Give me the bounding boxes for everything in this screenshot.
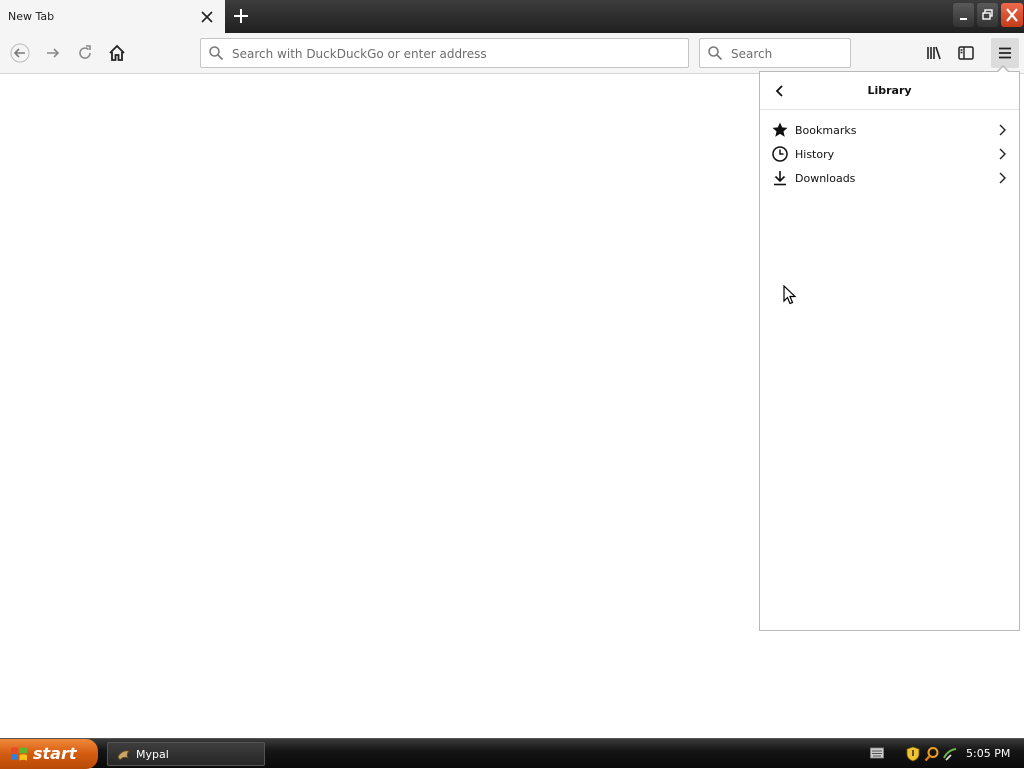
mouse-cursor-icon	[783, 285, 797, 305]
panel-arrow-fill	[997, 67, 1009, 73]
close-window-button[interactable]	[1001, 3, 1023, 27]
tab-title: New Tab	[8, 10, 55, 23]
taskbar-item-mypal[interactable]: Mypal	[107, 742, 265, 766]
keyboard-icon[interactable]	[870, 747, 884, 759]
library-panel: Library Bookmarks History Downloads	[759, 71, 1020, 631]
new-tab-plus-icon[interactable]	[229, 5, 253, 27]
taskbar-item-label: Mypal	[136, 748, 169, 761]
library-button[interactable]	[920, 40, 948, 66]
search-icon	[209, 46, 224, 61]
mypal-app-icon	[117, 750, 130, 761]
forward-button[interactable]	[39, 40, 67, 66]
close-window-icon	[1006, 8, 1018, 22]
chevron-right-icon	[999, 172, 1006, 184]
menu-button[interactable]	[991, 38, 1019, 68]
tab-new-tab[interactable]: New Tab	[0, 0, 225, 33]
search-icon	[708, 46, 723, 61]
address-bar[interactable]: Search with DuckDuckGo or enter address	[200, 38, 689, 68]
library-panel-title: Library	[867, 84, 912, 97]
system-tray: 5:05 PM	[866, 739, 1024, 769]
library-item-label: History	[795, 148, 835, 161]
search-bar[interactable]: Search	[699, 38, 851, 68]
sidebar-icon	[958, 46, 974, 60]
download-icon	[774, 171, 786, 186]
forward-arrow-icon	[47, 48, 60, 58]
address-bar-placeholder: Search with DuckDuckGo or enter address	[232, 47, 487, 61]
chevron-right-icon	[999, 148, 1006, 160]
home-button[interactable]	[103, 40, 131, 66]
windows-flag-icon	[11, 747, 27, 761]
back-arrow-icon	[10, 43, 30, 63]
library-panel-header: Library	[760, 72, 1019, 110]
minimize-button[interactable]	[953, 3, 974, 27]
library-item-label: Downloads	[795, 172, 856, 185]
chevron-right-icon	[999, 124, 1006, 136]
star-icon	[772, 122, 788, 137]
library-item-label: Bookmarks	[795, 124, 857, 137]
library-item-downloads[interactable]: Downloads	[760, 166, 1019, 190]
start-label: start	[33, 744, 77, 763]
taskbar: start Mypal 5:05 PM	[0, 738, 1024, 769]
taskbar-clock: 5:05 PM	[966, 747, 1011, 760]
start-button[interactable]: start	[0, 739, 98, 769]
library-icon	[927, 46, 941, 60]
minimize-icon	[960, 18, 967, 20]
search-bar-placeholder: Search	[731, 47, 773, 61]
tab-strip: New Tab	[0, 0, 1024, 33]
tab-close-icon[interactable]	[198, 8, 216, 26]
search-tray-icon[interactable]	[924, 746, 940, 762]
home-icon	[109, 44, 125, 61]
back-button[interactable]	[6, 40, 34, 66]
library-item-bookmarks[interactable]: Bookmarks	[760, 118, 1019, 142]
sidebar-button[interactable]	[952, 40, 980, 66]
restore-button[interactable]	[977, 3, 998, 27]
hamburger-menu-icon	[999, 47, 1011, 59]
navigation-toolbar: Search with DuckDuckGo or enter address …	[0, 33, 1024, 74]
reload-button[interactable]	[71, 40, 99, 66]
security-shield-icon[interactable]	[906, 746, 920, 762]
restore-icon	[982, 9, 993, 20]
network-icon[interactable]	[942, 746, 958, 762]
clock-icon	[772, 146, 788, 162]
reload-icon	[79, 45, 91, 59]
library-item-history[interactable]: History	[760, 142, 1019, 166]
